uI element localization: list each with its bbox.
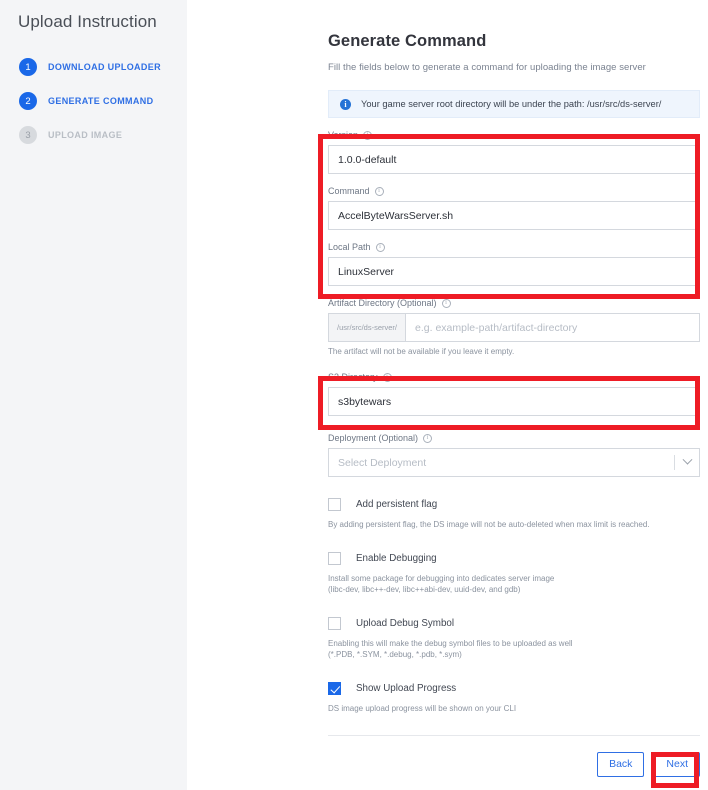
field-s3-directory: S3 Directory i s3bytewars [328,372,700,416]
checkbox-row-persistent-flag[interactable]: Add persistent flag [328,498,700,511]
field-label-text-s3-directory: S3 Directory [328,372,378,382]
field-label-s3-directory: S3 Directory i [328,372,700,382]
version-input[interactable]: 1.0.0-default [328,145,700,174]
field-label-deployment: Deployment (Optional) i [328,433,700,443]
help-info-icon-local-path[interactable]: i [375,242,385,252]
field-label-text-version: Version [328,130,359,140]
sidebar-item-label-generate-command: GENERATE COMMAND [48,96,154,106]
checkbox-block-upload-debug-symbol: Upload Debug Symbol Enabling this will m… [328,616,700,661]
sidebar-item-generate-command[interactable]: 2 GENERATE COMMAND [0,84,187,118]
field-deployment: Deployment (Optional) i Select Deploymen… [328,433,700,477]
back-button[interactable]: Back [597,751,645,777]
form-container: Generate Command Fill the fields below t… [328,0,700,777]
checkbox-label-persistent-flag: Add persistent flag [356,499,438,510]
field-label-command: Command i [328,186,700,196]
local-path-input-value: LinuxServer [338,265,395,278]
field-label-text-command: Command [328,186,370,196]
checkbox-block-persistent-flag: Add persistent flag By adding persistent… [328,498,700,531]
sidebar-title: Upload Instruction [18,12,157,31]
checkbox-row-upload-debug-symbol[interactable]: Upload Debug Symbol [328,616,700,630]
command-input-value: AccelByteWarsServer.sh [338,209,454,222]
checkbox-hint-persistent-flag: By adding persistent flag, the DS image … [328,520,650,529]
field-label-artifact-directory: Artifact Directory (Optional) i [328,298,700,308]
artifact-directory-placeholder: e.g. example-path/artifact-directory [415,321,578,334]
field-label-text-artifact-directory: Artifact Directory (Optional) [328,298,437,308]
help-info-icon-deployment[interactable]: i [423,433,433,443]
page-subtitle: Fill the fields below to generate a comm… [328,62,646,73]
checkbox-upload-debug-symbol[interactable] [328,616,341,630]
deployment-select-caret-area[interactable] [674,449,699,476]
step-number-badge-2: 2 [19,92,37,110]
next-button[interactable]: Next [654,751,700,777]
page-title: Generate Command [328,32,487,50]
checkbox-label-enable-debugging: Enable Debugging [356,552,437,564]
checkbox-label-show-upload-progress: Show Upload Progress [356,682,457,694]
checkbox-hint-show-upload-progress: DS image upload progress will be shown o… [328,703,517,713]
checkbox-hint-enable-debugging: Install some package for debugging into … [328,573,555,595]
sidebar: Upload Instruction 1 DOWNLOAD UPLOADER 2… [0,0,187,790]
command-input[interactable]: AccelByteWarsServer.sh [328,201,700,230]
field-label-version: Version i [328,130,700,140]
step-list: 1 DOWNLOAD UPLOADER 2 GENERATE COMMAND 3… [0,50,187,152]
field-label-text-deployment: Deployment (Optional) [328,433,419,443]
artifact-directory-input[interactable]: /usr/src/ds-server/ e.g. example-path/ar… [328,313,700,342]
checkbox-row-show-upload-progress[interactable]: Show Upload Progress [328,681,700,695]
field-artifact-directory: Artifact Directory (Optional) i /usr/src… [328,298,700,356]
deployment-select[interactable]: Select Deployment [328,448,700,477]
field-command: Command i AccelByteWarsServer.sh [328,186,700,230]
footer-actions: Back Next [328,751,700,777]
info-icon: i [340,98,351,110]
help-info-icon-command[interactable]: i [374,186,384,196]
info-banner-text: Your game server root directory will be … [361,99,662,109]
field-local-path: Local Path i LinuxServer [328,242,700,286]
sidebar-item-upload-image[interactable]: 3 UPLOAD IMAGE [0,118,187,152]
local-path-input[interactable]: LinuxServer [328,257,700,286]
s3-directory-input[interactable]: s3bytewars [328,387,700,416]
checkbox-block-show-upload-progress: Show Upload Progress DS image upload pro… [328,681,700,715]
field-version: Version i 1.0.0-default [328,130,700,174]
info-banner: i Your game server root directory will b… [328,90,700,118]
checkbox-hint-upload-debug-symbol: Enabling this will make the debug symbol… [328,638,573,660]
artifact-directory-hint: The artifact will not be available if yo… [328,347,515,356]
deployment-select-placeholder: Select Deployment [338,456,427,469]
help-info-icon-artifact-directory[interactable]: i [441,298,451,308]
field-label-local-path: Local Path i [328,242,700,252]
checkbox-persistent-flag[interactable] [328,498,341,511]
upload-instruction-page: Upload Instruction 1 DOWNLOAD UPLOADER 2… [0,0,708,790]
step-number-badge-1: 1 [19,58,37,76]
checkbox-enable-debugging[interactable] [328,551,341,565]
checkbox-block-enable-debugging: Enable Debugging Install some package fo… [328,551,700,596]
help-info-icon-version[interactable]: i [363,130,373,140]
sidebar-item-download-uploader[interactable]: 1 DOWNLOAD UPLOADER [0,50,187,84]
checkbox-row-enable-debugging[interactable]: Enable Debugging [328,551,700,565]
main-panel: Generate Command Fill the fields below t… [187,0,708,790]
help-info-icon-s3-directory[interactable]: i [382,372,392,382]
footer-divider [328,734,700,736]
s3-directory-input-value: s3bytewars [338,395,392,408]
select-separator [674,455,675,470]
version-input-value: 1.0.0-default [338,153,397,166]
sidebar-item-label-download-uploader: DOWNLOAD UPLOADER [48,62,161,72]
step-number-badge-3: 3 [19,126,37,144]
checkbox-label-upload-debug-symbol: Upload Debug Symbol [356,617,455,629]
field-label-text-local-path: Local Path [328,242,371,252]
artifact-directory-prefix: /usr/src/ds-server/ [329,314,407,341]
chevron-down-icon [682,454,693,465]
checkbox-show-upload-progress[interactable] [328,681,341,695]
sidebar-item-label-upload-image: UPLOAD IMAGE [48,130,123,140]
